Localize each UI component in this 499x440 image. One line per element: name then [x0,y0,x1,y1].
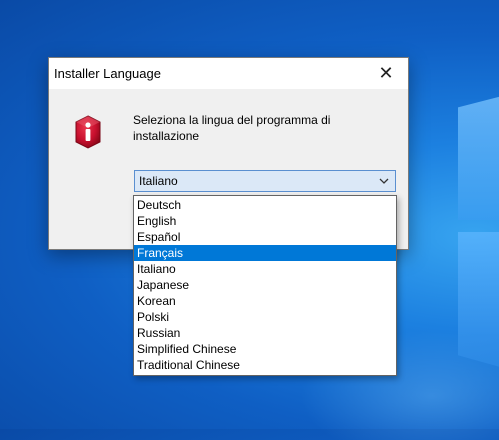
language-option-japanese[interactable]: Japanese [134,277,396,293]
language-option-italiano[interactable]: Italiano [134,261,396,277]
language-option-korean[interactable]: Korean [134,293,396,309]
language-select[interactable]: Italiano [134,170,396,192]
language-option-polski[interactable]: Polski [134,309,396,325]
dialog-title: Installer Language [54,66,161,81]
language-option-traditional-chinese[interactable]: Traditional Chinese [134,357,396,373]
desktop-windows-logo-pane-top [458,92,499,220]
info-icon [75,115,101,149]
instruction-text: Seleziona la lingua del programma di ins… [133,113,331,143]
language-option-english[interactable]: English [134,213,396,229]
close-icon: ✕ [378,63,394,83]
desktop-windows-logo-pane-bottom [458,232,499,372]
chevron-down-icon [379,178,389,184]
language-option-simplified-chinese[interactable]: Simplified Chinese [134,341,396,357]
language-option-fran-ais[interactable]: Français [134,245,396,261]
title-bar: Installer Language ✕ [49,58,408,89]
language-dropdown-list: Deutsch English Español Français Italiano Jap… [133,195,397,376]
language-option-espa-ol[interactable]: Español [134,229,396,245]
language-option-russian[interactable]: Russian [134,325,396,341]
language-option-deutsch[interactable]: Deutsch [134,197,396,213]
language-select-value: Italiano [139,174,178,188]
close-button[interactable]: ✕ [364,58,408,89]
